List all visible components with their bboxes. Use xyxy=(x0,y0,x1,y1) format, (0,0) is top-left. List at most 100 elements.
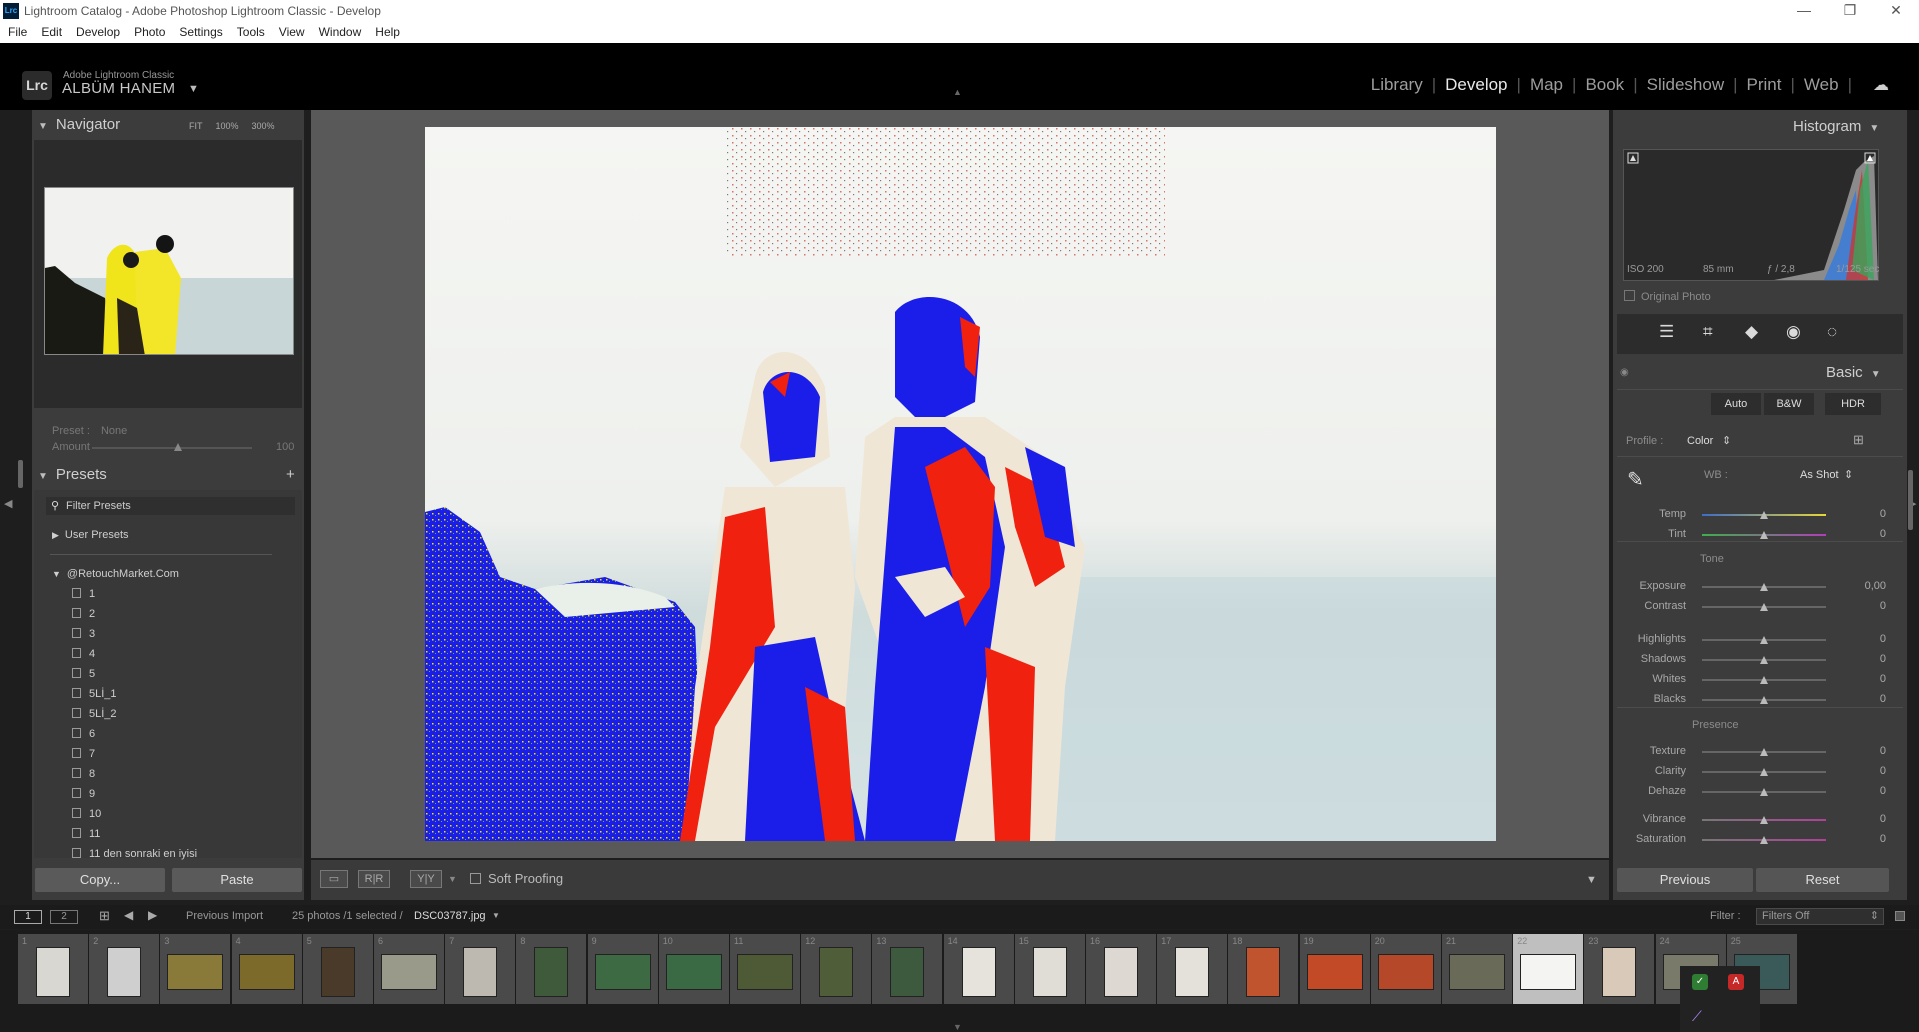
masking-icon[interactable]: ◌ xyxy=(1827,322,1837,342)
previous-button[interactable]: Previous xyxy=(1617,868,1753,892)
photo-with-clipping-overlay[interactable] xyxy=(425,127,1496,841)
filmstrip-thumb[interactable]: 5 xyxy=(302,934,373,1004)
menu-photo[interactable]: Photo xyxy=(134,23,165,43)
minimize-icon[interactable]: — xyxy=(1781,0,1827,23)
filmstrip-thumb[interactable]: 8 xyxy=(516,934,587,1004)
filmstrip-thumb[interactable]: 23 xyxy=(1584,934,1655,1004)
slider-value[interactable]: 0,00 xyxy=(1846,580,1886,592)
updown-icon[interactable]: ⇕ xyxy=(1722,434,1731,447)
slider-value[interactable]: 0 xyxy=(1846,633,1886,645)
auto-button[interactable]: Auto xyxy=(1711,393,1761,415)
window-2-button[interactable]: 2 xyxy=(50,910,78,924)
collapse-top-arrow-icon[interactable]: ▲ xyxy=(953,87,962,97)
filmstrip-thumb[interactable]: 22 xyxy=(1513,934,1584,1004)
preset-item[interactable]: 6 xyxy=(72,728,95,740)
left-scrollbar[interactable] xyxy=(18,460,23,488)
slider-value[interactable]: 0 xyxy=(1846,508,1886,520)
preset-item[interactable]: 11 xyxy=(72,828,100,840)
collapse-left-arrow-icon[interactable]: ◀ xyxy=(4,497,12,510)
profile-select[interactable]: Color xyxy=(1687,435,1713,447)
back-arrow-icon[interactable]: ◀ xyxy=(124,908,133,922)
slider-knob-temp[interactable] xyxy=(1760,511,1768,519)
before-after-split-icon[interactable]: Y|Y xyxy=(410,870,442,888)
histogram-header[interactable]: Histogram ▼ xyxy=(1793,118,1879,142)
preset-item[interactable]: 5 xyxy=(72,668,95,680)
histogram[interactable] xyxy=(1623,149,1879,281)
grid-icon[interactable]: ⊞ xyxy=(99,908,110,924)
menu-settings[interactable]: Settings xyxy=(179,23,222,43)
navigator-header[interactable]: ▼ Navigator xyxy=(38,116,120,140)
filmstrip-thumb[interactable]: 21 xyxy=(1442,934,1512,1004)
preset-item[interactable]: 7 xyxy=(72,748,95,760)
filmstrip-thumb[interactable]: 15 xyxy=(1014,934,1085,1004)
soft-proofing-toggle[interactable]: Soft Proofing xyxy=(470,871,563,886)
preset-item[interactable]: 3 xyxy=(72,628,95,640)
filmstrip-thumb[interactable]: 7 xyxy=(445,934,516,1004)
add-preset-icon[interactable]: + xyxy=(286,466,295,483)
wb-select[interactable]: As Shot xyxy=(1800,469,1839,481)
crop-icon[interactable]: ⌗ xyxy=(1703,322,1713,342)
preset-item[interactable]: 4 xyxy=(72,648,95,660)
slider-value[interactable]: 0 xyxy=(1846,785,1886,797)
slider-knob-texture[interactable] xyxy=(1760,748,1768,756)
original-photo-toggle[interactable]: Original Photo xyxy=(1624,290,1711,303)
filmstrip-thumb[interactable]: 11 xyxy=(730,934,800,1004)
filmstrip-thumb[interactable]: 18 xyxy=(1228,934,1299,1004)
slider-value[interactable]: 0 xyxy=(1846,765,1886,777)
filmstrip-thumb[interactable]: 2 xyxy=(89,934,160,1004)
filmstrip-thumb[interactable]: 20 xyxy=(1370,934,1441,1004)
filmstrip-thumb[interactable]: 9 xyxy=(587,934,658,1004)
copy-button[interactable]: Copy... xyxy=(35,868,165,892)
slider-knob-contrast[interactable] xyxy=(1760,603,1768,611)
slider-knob-dehaze[interactable] xyxy=(1760,788,1768,796)
profile-browser-icon[interactable]: ⊞ xyxy=(1853,432,1864,448)
preset-item[interactable]: 8 xyxy=(72,768,95,780)
slider-knob-saturation[interactable] xyxy=(1760,836,1768,844)
filmstrip-thumb[interactable]: 17 xyxy=(1157,934,1228,1004)
slider-knob-exposure[interactable] xyxy=(1760,583,1768,591)
slider-knob-shadows[interactable] xyxy=(1760,656,1768,664)
slider-value[interactable]: 0 xyxy=(1846,693,1886,705)
menu-window[interactable]: Window xyxy=(319,23,362,43)
module-library[interactable]: Library xyxy=(1371,75,1423,95)
amount-slider-track[interactable] xyxy=(92,447,252,449)
filmstrip-thumb[interactable]: 19 xyxy=(1299,934,1370,1004)
hdr-button[interactable]: HDR xyxy=(1825,393,1881,415)
filter-lock-icon[interactable] xyxy=(1895,911,1905,921)
edit-sliders-icon[interactable]: ☰ xyxy=(1659,322,1674,342)
source-label[interactable]: Previous Import xyxy=(186,910,263,922)
preset-item[interactable]: 9 xyxy=(72,788,95,800)
slider-knob-vibrance[interactable] xyxy=(1760,816,1768,824)
menu-file[interactable]: File xyxy=(8,23,27,43)
forward-arrow-icon[interactable]: ▶ xyxy=(148,908,157,922)
preset-item[interactable]: 2 xyxy=(72,608,95,620)
slider-knob-highlights[interactable] xyxy=(1760,636,1768,644)
slider-value[interactable]: 0 xyxy=(1846,528,1886,540)
chevron-down-icon[interactable]: ▼ xyxy=(188,83,199,95)
menu-edit[interactable]: Edit xyxy=(41,23,62,43)
soft-proofing-checkbox[interactable] xyxy=(470,873,481,884)
basic-header[interactable]: Basic ▼ xyxy=(1826,364,1881,388)
adobe-icon[interactable]: A xyxy=(1728,974,1744,990)
zoom-300[interactable]: 300% xyxy=(252,121,275,131)
navigator-preview[interactable] xyxy=(44,187,294,355)
zoom-100[interactable]: 100% xyxy=(216,121,239,131)
eye-icon[interactable]: ◉ xyxy=(1620,367,1629,378)
filmstrip-thumb[interactable]: 14 xyxy=(943,934,1014,1004)
cloud-icon[interactable]: ☁ xyxy=(1873,75,1889,95)
slider-value[interactable]: 0 xyxy=(1846,813,1886,825)
module-web[interactable]: Web xyxy=(1804,75,1839,95)
filmstrip-thumb[interactable]: 16 xyxy=(1086,934,1156,1004)
before-after-icon[interactable]: R|R xyxy=(358,870,390,888)
filmstrip-thumb[interactable]: 4 xyxy=(231,934,302,1004)
preset-group-retouchmarket[interactable]: ▼ @RetouchMarket.Com xyxy=(52,568,179,580)
shield-icon[interactable]: ✓ xyxy=(1692,974,1708,990)
preset-item[interactable]: 5Lİ_2 xyxy=(72,708,117,720)
menu-develop[interactable]: Develop xyxy=(76,23,120,43)
preset-item[interactable]: 10 xyxy=(72,808,101,820)
preset-group-user[interactable]: ▶ User Presets xyxy=(52,529,129,541)
slider-knob-blacks[interactable] xyxy=(1760,696,1768,704)
filmstrip-thumb[interactable]: 13 xyxy=(872,934,943,1004)
filmstrip-thumb[interactable]: 3 xyxy=(160,934,231,1004)
feather-icon[interactable]: ⟋ xyxy=(1692,1008,1708,1024)
